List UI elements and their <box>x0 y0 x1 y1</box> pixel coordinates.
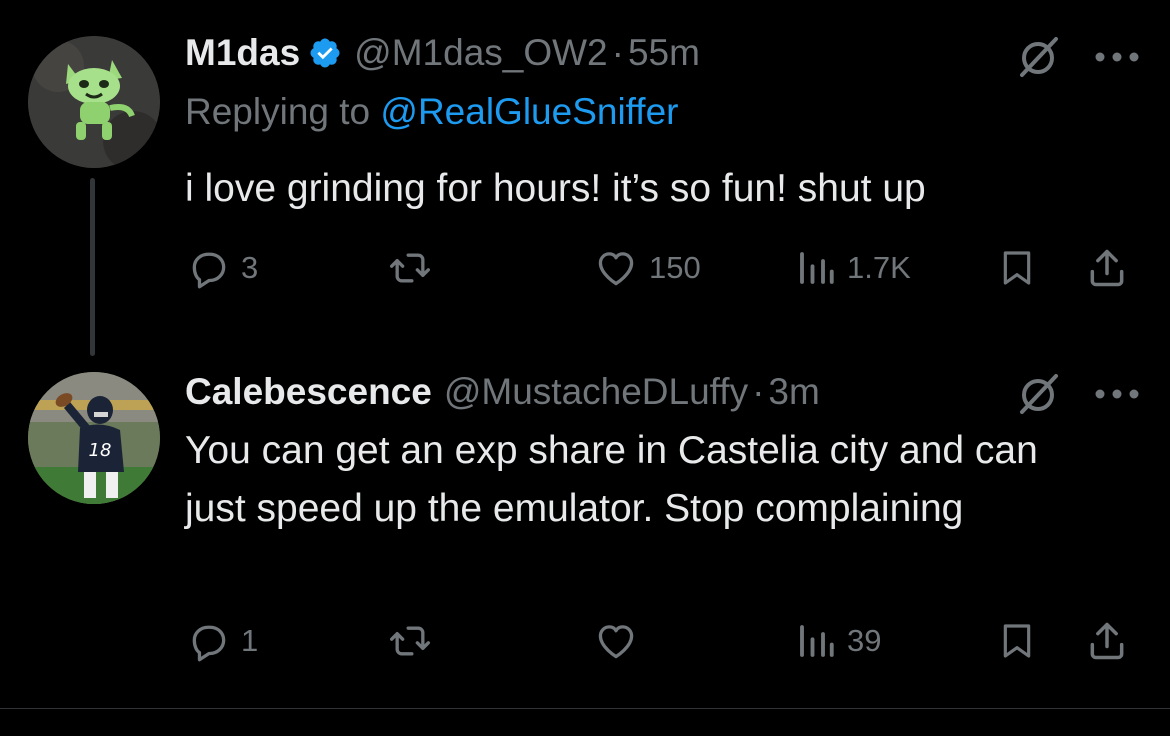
tweet-header: M1das @M1das_OW2 · 55m <box>185 23 700 83</box>
replying-to-line: Replying to @RealGlueSniffer <box>185 91 678 133</box>
like-button[interactable]: 150 <box>593 240 701 296</box>
share-icon <box>1090 622 1124 660</box>
football-player-avatar-icon: 18 <box>28 372 160 504</box>
reply-icon <box>192 625 226 662</box>
svg-text:18: 18 <box>89 440 112 461</box>
views-button[interactable]: 1.7K <box>795 240 911 296</box>
like-count: 150 <box>649 250 701 285</box>
tweet-text: i love grinding for hours! it’s so fun! … <box>185 167 926 210</box>
green-cat-creature-avatar-icon <box>28 36 160 168</box>
tweet-calebescence[interactable]: 18 Calebescence @MustacheDLuffy · 3m You… <box>0 360 1170 708</box>
display-name[interactable]: M1das <box>185 32 300 74</box>
reply-button[interactable]: 3 <box>187 240 258 296</box>
heart-icon <box>598 625 634 659</box>
reply-mention-link[interactable]: @RealGlueSniffer <box>380 91 678 132</box>
bookmark-button[interactable] <box>997 240 1037 296</box>
bookmark-icon <box>1003 624 1031 658</box>
share-icon <box>1090 249 1124 287</box>
grok-slash-icon[interactable] <box>1015 372 1063 416</box>
timestamp[interactable]: 3m <box>768 371 819 413</box>
separator-dot: · <box>752 371 765 412</box>
avatar-calebescence[interactable]: 18 <box>28 372 160 504</box>
view-count: 39 <box>847 623 882 658</box>
bookmark-button[interactable] <box>997 613 1037 669</box>
tweet-text: You can get an exp share in Castelia cit… <box>185 429 1038 530</box>
tweet-header: Calebescence @MustacheDLuffy · 3m <box>185 362 820 422</box>
views-chart-icon <box>800 625 834 657</box>
avatar-m1das[interactable] <box>28 36 160 168</box>
grok-slash-icon[interactable] <box>1015 35 1063 79</box>
user-handle[interactable]: @M1das_OW2 <box>354 32 607 74</box>
timestamp[interactable]: 55m <box>628 32 700 74</box>
reply-count: 1 <box>241 623 259 658</box>
verified-badge-icon <box>308 36 342 70</box>
separator-dot: · <box>611 32 624 73</box>
tweet-actions: 3 150 1.7K <box>185 240 1145 296</box>
bookmark-icon <box>1003 251 1031 285</box>
more-options-icon[interactable] <box>1092 372 1142 416</box>
view-count: 1.7K <box>847 250 911 285</box>
reply-count: 3 <box>241 250 259 285</box>
reply-icon <box>192 252 226 289</box>
bottom-divider <box>0 708 1170 709</box>
share-button[interactable] <box>1085 613 1129 669</box>
display-name[interactable]: Calebescence <box>185 371 432 413</box>
more-options-icon[interactable] <box>1092 35 1142 79</box>
tweet-actions: 1 39 <box>185 613 1145 669</box>
share-button[interactable] <box>1085 240 1129 296</box>
retweet-button[interactable] <box>385 613 435 669</box>
views-button[interactable]: 39 <box>795 613 881 669</box>
thread-connector-line <box>90 178 95 356</box>
replying-to-label: Replying to <box>185 91 381 132</box>
retweet-icon <box>390 626 430 656</box>
user-handle[interactable]: @MustacheDLuffy <box>444 371 748 413</box>
like-button[interactable] <box>593 613 639 669</box>
heart-icon <box>598 252 634 286</box>
retweet-icon <box>390 253 430 283</box>
views-chart-icon <box>800 252 834 284</box>
retweet-button[interactable] <box>385 240 435 296</box>
tweet-m1das[interactable]: M1das @M1das_OW2 · 55m Replying to @Real… <box>0 0 1170 360</box>
reply-button[interactable]: 1 <box>187 613 258 669</box>
